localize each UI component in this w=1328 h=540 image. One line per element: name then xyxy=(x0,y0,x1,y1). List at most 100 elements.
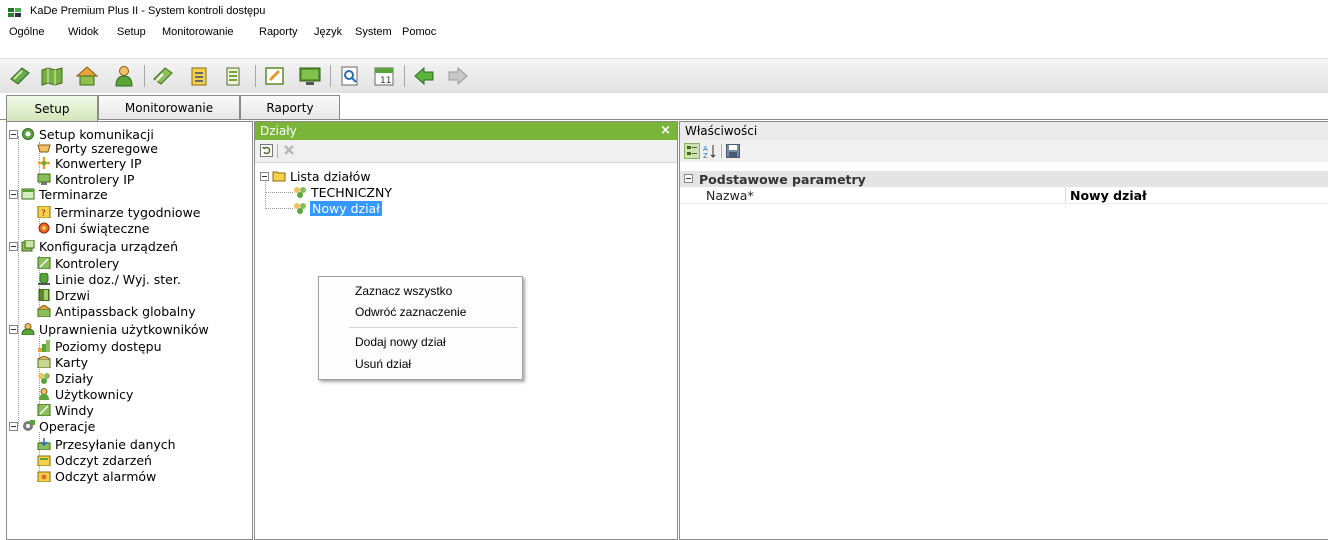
tab-setup[interactable]: Setup xyxy=(6,95,98,121)
tree-item-poziomy-dostepu[interactable]: Poziomy dostępu xyxy=(37,338,163,354)
tree-label: Przesyłanie danych xyxy=(55,436,176,452)
tree-label: Dni świąteczne xyxy=(55,220,150,236)
tab-raporty[interactable]: Raporty xyxy=(240,95,340,120)
schedule-icon[interactable] xyxy=(221,65,245,87)
department-item-selected[interactable]: Nowy dział xyxy=(293,200,382,216)
tree-item-windy[interactable]: Windy xyxy=(37,403,95,418)
user-icon[interactable] xyxy=(112,65,136,87)
menu-setup[interactable]: Setup xyxy=(117,26,146,38)
tree-item-dzialy[interactable]: Działy xyxy=(37,370,94,386)
tree-label: Linie doz./ Wyj. ster. xyxy=(55,271,181,287)
property-category[interactable]: Podstawowe parametry xyxy=(680,171,1328,187)
calendar-icon[interactable]: 11 xyxy=(372,65,396,87)
context-menu: Zaznacz wszystko Odwróć zaznaczenie Doda… xyxy=(318,276,523,380)
tab-monitorowanie[interactable]: Monitorowanie xyxy=(98,95,240,120)
collapse-icon[interactable] xyxy=(260,171,269,181)
menu-item-add-department[interactable]: Dodaj nowy dział xyxy=(355,333,446,351)
globe-icon xyxy=(21,128,35,140)
notepad-icon[interactable] xyxy=(187,65,211,87)
categorized-view-icon[interactable] xyxy=(684,143,700,159)
tree-node-setup-komunikacji[interactable]: Setup komunikacji xyxy=(9,127,155,142)
menu-pomoc[interactable]: Pomoc xyxy=(402,26,436,38)
search-document-icon[interactable] xyxy=(338,65,362,87)
delete-icon[interactable] xyxy=(282,143,296,157)
departments-icon xyxy=(293,186,307,198)
department-label: Nowy dział xyxy=(310,200,382,216)
save-icon[interactable] xyxy=(726,144,740,158)
tree-item-kontrolery[interactable]: Kontrolery xyxy=(37,256,120,271)
tree-label: Odczyt zdarzeń xyxy=(55,452,152,468)
user-icon xyxy=(37,388,51,400)
card-icon xyxy=(37,355,51,369)
sort-alphabetical-icon[interactable]: AZ xyxy=(703,143,717,160)
tree-item-odczyt-zdarzen[interactable]: Odczyt zdarzeń xyxy=(37,452,153,468)
tree-label: Działy xyxy=(55,370,94,386)
tree-item-porty-szeregowe[interactable]: Porty szeregowe xyxy=(37,140,159,156)
menu-jezyk[interactable]: Język xyxy=(314,26,342,38)
tree-label: Poziomy dostępu xyxy=(55,338,162,354)
hardware-icon[interactable] xyxy=(8,65,32,87)
door-icon xyxy=(37,288,51,302)
devices-icon xyxy=(21,239,35,252)
events-icon xyxy=(37,454,51,467)
property-row[interactable]: Nazwa* Nowy dział xyxy=(680,187,1328,204)
departments-title: Działy xyxy=(260,124,297,138)
menu-widok[interactable]: Widok xyxy=(68,26,99,38)
menu-item-delete-department[interactable]: Usuń dział xyxy=(355,355,411,373)
tree-node-konfiguracja-urzadzen[interactable]: Konfiguracja urządzeń xyxy=(9,239,179,254)
collapse-icon[interactable] xyxy=(9,241,18,251)
tree-label: Porty szeregowe xyxy=(55,140,158,156)
tree-item-przesylanie-danych[interactable]: Przesyłanie danych xyxy=(37,436,177,452)
menu-ogolne[interactable]: Ogólne xyxy=(9,26,44,38)
tree-item-uzytkownicy[interactable]: Użytkownicy xyxy=(37,387,134,402)
controller-icon[interactable] xyxy=(151,65,175,87)
controller-icon xyxy=(37,256,51,270)
home-icon[interactable] xyxy=(75,65,99,87)
collapse-icon[interactable] xyxy=(684,174,693,183)
tree-item-antipassback[interactable]: Antipassback globalny xyxy=(37,304,197,319)
collapse-icon[interactable] xyxy=(9,129,18,139)
tree-label: Drzwi xyxy=(55,287,91,303)
forward-arrow-icon[interactable] xyxy=(446,65,470,87)
tree-label: Uprawnienia użytkowników xyxy=(39,321,209,337)
collapse-icon[interactable] xyxy=(9,324,18,334)
close-icon[interactable]: × xyxy=(660,123,671,138)
refresh-icon[interactable] xyxy=(260,144,273,157)
edit-icon[interactable] xyxy=(263,65,287,87)
tree-item-dni-swiateczne[interactable]: Dni świąteczne xyxy=(37,220,151,236)
menu-item-invert-selection[interactable]: Odwróć zaznaczenie xyxy=(355,303,466,321)
department-item[interactable]: TECHNICZNY xyxy=(293,185,393,200)
tree-node-operacje[interactable]: Operacje xyxy=(9,419,96,434)
back-arrow-icon[interactable] xyxy=(412,65,436,87)
tree-node-lista-dzialow[interactable]: Lista działów xyxy=(260,169,372,184)
properties-header: Właściwości xyxy=(680,122,1328,140)
tree-label: Kontrolery IP xyxy=(55,171,135,187)
category-label: Podstawowe parametry xyxy=(699,172,866,187)
converter-icon xyxy=(37,157,51,169)
monitor-icon[interactable] xyxy=(298,65,322,87)
tree-node-terminarze[interactable]: Terminarze xyxy=(9,187,109,202)
ip-controller-icon xyxy=(37,173,51,185)
tree-item-kontrolery-ip[interactable]: Kontrolery IP xyxy=(37,171,135,187)
menu-monitorowanie[interactable]: Monitorowanie xyxy=(162,26,234,38)
tree-item-karty[interactable]: Karty xyxy=(37,354,89,370)
main-tabs: Setup Monitorowanie Raporty xyxy=(0,95,1328,121)
tree-label: Karty xyxy=(55,354,89,370)
svg-text:Z: Z xyxy=(703,152,708,159)
window-title: KaDe Premium Plus II - System kontroli d… xyxy=(30,5,266,17)
property-value[interactable]: Nowy dział xyxy=(1070,188,1147,203)
tree-label: Terminarze tygodniowe xyxy=(55,204,201,220)
alarms-icon xyxy=(37,470,51,483)
tree-item-konwertery-ip[interactable]: Konwertery IP xyxy=(37,156,143,171)
tree-item-linie[interactable]: Linie doz./ Wyj. ster. xyxy=(37,271,182,287)
tree-node-uprawnienia[interactable]: Uprawnienia użytkowników xyxy=(9,321,210,337)
menu-item-select-all[interactable]: Zaznacz wszystko xyxy=(355,282,452,300)
tree-item-terminarze-tygodniowe[interactable]: ? Terminarze tygodniowe xyxy=(37,204,202,220)
menu-system[interactable]: System xyxy=(355,26,392,38)
menu-raporty[interactable]: Raporty xyxy=(259,26,298,38)
map-icon[interactable] xyxy=(40,65,64,87)
collapse-icon[interactable] xyxy=(9,421,18,431)
tree-item-odczyt-alarmow[interactable]: Odczyt alarmów xyxy=(37,469,157,484)
collapse-icon[interactable] xyxy=(9,189,18,199)
tree-item-drzwi[interactable]: Drzwi xyxy=(37,287,91,303)
